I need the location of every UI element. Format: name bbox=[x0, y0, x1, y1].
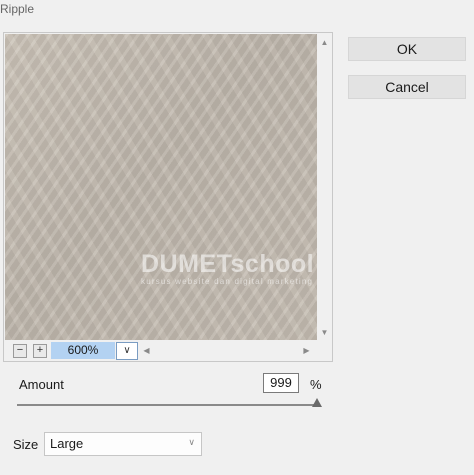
watermark-logo-text: DUMETschool bbox=[141, 250, 317, 279]
size-label: Size bbox=[13, 437, 39, 452]
preview-panel: DUMETschool kursus website dan digital m… bbox=[3, 32, 333, 362]
size-selected-value: Large bbox=[50, 436, 84, 451]
preview-canvas[interactable]: DUMETschool kursus website dan digital m… bbox=[5, 34, 317, 340]
scroll-left-icon[interactable]: ◀ bbox=[139, 346, 154, 356]
size-select[interactable]: Large ∨ bbox=[44, 432, 202, 456]
amount-slider-thumb[interactable] bbox=[312, 398, 323, 407]
scroll-up-icon[interactable]: ▲ bbox=[317, 38, 332, 48]
amount-input[interactable]: 999 bbox=[263, 373, 299, 393]
scroll-right-icon[interactable]: ▶ bbox=[299, 346, 314, 356]
chevron-down-icon: ∨ bbox=[188, 437, 195, 447]
amount-slider-track[interactable] bbox=[17, 404, 319, 406]
zoom-dropdown-icon[interactable]: ∨ bbox=[116, 342, 138, 360]
watermark-tagline: kursus website dan digital marketing bbox=[141, 277, 314, 286]
ok-button[interactable]: OK bbox=[348, 37, 466, 61]
zoom-in-button[interactable]: + bbox=[33, 344, 47, 358]
zoom-out-button[interactable]: − bbox=[13, 344, 27, 358]
watermark-logo-bold: DUMET bbox=[141, 250, 231, 278]
dialog-title: Ripple bbox=[0, 2, 35, 16]
amount-unit-label: % bbox=[310, 377, 322, 392]
zoom-level-field[interactable]: 600% bbox=[51, 342, 115, 359]
amount-label: Amount bbox=[19, 377, 64, 392]
cancel-button[interactable]: Cancel bbox=[348, 75, 466, 99]
preview-vertical-scrollbar[interactable]: ▲ ▼ bbox=[317, 34, 332, 340]
watermark-logo-rest: school bbox=[230, 250, 315, 278]
watermark-logo: DUMETschool kursus website dan digital m… bbox=[141, 250, 317, 286]
preview-zoom-bar: − + 600% ∨ ◀ ▶ bbox=[4, 341, 317, 361]
scroll-down-icon[interactable]: ▼ bbox=[317, 328, 332, 338]
